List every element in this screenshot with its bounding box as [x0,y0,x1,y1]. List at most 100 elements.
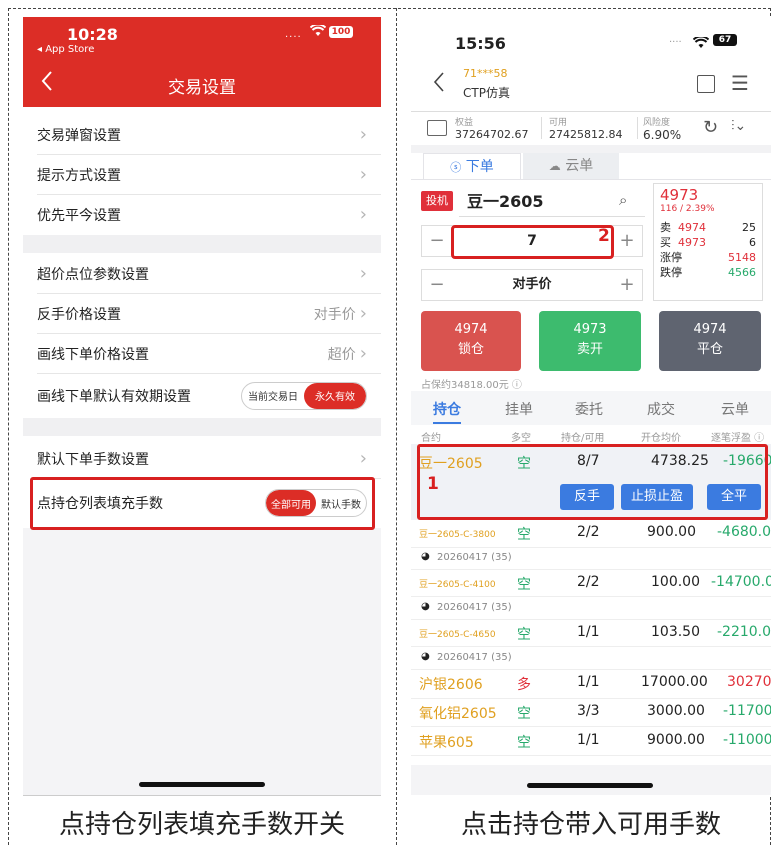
row-contract: 豆一2605-C-4650 [419,630,496,640]
order-type-badge[interactable]: 投机 [421,191,453,211]
row-avg-price: 9000.00 [647,732,705,748]
wifi-icon [309,23,327,41]
row-contract: 沪银2606 [419,677,483,693]
row-expiry: 20260417 (35) [437,602,512,613]
expiry-icon: ◕ [421,551,430,562]
account-id: 71***58 [463,67,508,80]
bid-qty: 6 [749,236,756,249]
setting-label: 交易弹窗设置 [37,127,121,144]
row-avg-price: 100.00 [651,574,700,590]
quote-panel: 4973 116 / 2.39% 卖 4974 25 买 4973 6 涨停 5… [653,183,763,301]
minus-button[interactable]: − [422,270,452,300]
chevron-right-icon: › [359,204,367,225]
button-price: 4973 [573,322,607,337]
row-avg-price: 3000.00 [647,703,705,719]
limit-up-price: 5148 [728,251,756,264]
status-time: 15:56 [455,34,506,53]
home-indicator [527,783,653,788]
candlestick-icon[interactable]: ⫶⌄ [731,118,746,134]
bid-price: 4973 [678,236,706,249]
row-pnl: -11700 [723,703,771,719]
setting-over-price-points[interactable]: 超价点位参数设置 › [23,254,381,293]
search-icon[interactable]: ⌕ [619,191,627,209]
left-caption: 点持仓列表填充手数开关 [58,810,345,840]
button-price: 4974 [454,322,488,337]
column-avg-price: 开仓均价 [641,433,681,444]
tab-order[interactable]: ⓢ 下单 [423,153,521,180]
nav-header: 10:28 ◂ App Store ···· 100 交易设置 [23,17,381,107]
column-side: 多空 [511,433,531,444]
tab-cloud-order[interactable]: ☁ 云单 [523,153,619,179]
list-tab-pending[interactable]: 挂单 [505,399,533,419]
limit-down-price: 4566 [728,266,756,279]
contract-input[interactable]: 豆一2605 [459,187,645,217]
row-side: 空 [517,627,531,643]
expiry-icon: ◕ [421,651,430,662]
setting-default-lots[interactable]: 默认下单手数设置 › [23,439,381,478]
wallet-icon [427,120,447,136]
page-title: 交易设置 [168,78,236,98]
validity-toggle[interactable]: 当前交易日 永久有效 [241,381,367,410]
margin-estimate: 占保约34818.00元 ⓘ [421,380,522,391]
chevron-right-icon: › [359,303,367,324]
stat-equity: 权益 37264702.67 [455,115,528,141]
row-qty: 1/1 [577,624,600,640]
setting-prompt-method[interactable]: 提示方式设置 › [23,155,381,194]
setting-reverse-price[interactable]: 反手价格设置 对手价 › [23,294,381,333]
plus-button[interactable]: + [612,270,642,300]
annotation-number-1: 1 [427,474,439,494]
row-expiry: 20260417 (35) [437,552,512,563]
back-icon[interactable] [433,72,445,96]
list-tab-positions[interactable]: 持仓 [433,399,461,419]
sell-open-button[interactable]: 4973 卖开 [539,311,641,371]
bid-label: 买 [660,236,671,249]
status-back-app[interactable]: ◂ App Store [37,44,94,55]
button-price: 4974 [693,322,727,337]
lock-position-button[interactable]: 4974 锁仓 [421,311,521,371]
tab-label: 云单 [565,158,594,174]
menu-icon[interactable]: ☰ [731,73,749,93]
contract-value: 豆一2605 [467,192,544,211]
button-label: 锁仓 [457,342,484,357]
plus-button[interactable]: + [612,226,642,256]
setting-label: 优先平今设置 [37,207,121,224]
right-caption: 点击持仓带入可用手数 [460,810,721,840]
annotation-number-2: 2 [598,226,610,246]
toggle-option-current-day[interactable]: 当前交易日 [242,383,304,409]
price-mode-input[interactable]: 对手价 [452,270,612,300]
cloud-icon: ☁ [548,159,561,173]
row-contract: 豆一2605-C-3800 [419,530,496,540]
row-pnl: -14700.0 [711,574,771,590]
status-time: 10:28 [67,25,118,44]
list-tab-cloud[interactable]: 云单 [721,399,749,419]
stat-label: 风险度 [643,118,671,128]
limit-down-label: 跌停 [660,266,682,279]
setting-close-today-first[interactable]: 优先平今设置 › [23,195,381,234]
last-price: 4973 [660,186,699,204]
left-phone-screen: 10:28 ◂ App Store ···· 100 交易设置 交易弹窗设置 › … [23,17,381,796]
minus-button[interactable]: − [422,226,452,256]
quote-ask-row[interactable]: 卖 4974 25 [660,220,756,235]
chevron-right-icon: › [359,343,367,364]
signal-icon: ···· [285,32,302,43]
toggle-option-permanent[interactable]: 永久有效 [304,382,366,409]
battery-icon: 67 [713,34,737,46]
stat-value: 27425812.84 [549,128,623,141]
row-qty: 2/2 [577,574,600,590]
price-mode-stepper: − 对手价 + [421,269,643,301]
close-position-button[interactable]: 4974 平仓 [659,311,761,371]
refresh-icon[interactable]: ↻ [703,117,718,138]
report-icon[interactable] [697,75,715,93]
setting-trade-popup[interactable]: 交易弹窗设置 › [23,115,381,154]
list-tab-trades[interactable]: 成交 [647,399,675,419]
setting-line-order-price[interactable]: 画线下单价格设置 超价 › [23,334,381,373]
list-tab-orders[interactable]: 委托 [575,399,603,419]
expiry-icon: ◕ [421,601,430,612]
home-indicator [139,782,265,787]
quote-bid-row[interactable]: 买 4973 6 [660,235,756,250]
limit-up-label: 涨停 [660,251,682,264]
stat-label: 权益 [455,118,474,128]
stat-label: 可用 [549,118,568,128]
account-name: CTP仿真 [463,86,510,100]
stat-value: 6.90% [643,128,682,142]
